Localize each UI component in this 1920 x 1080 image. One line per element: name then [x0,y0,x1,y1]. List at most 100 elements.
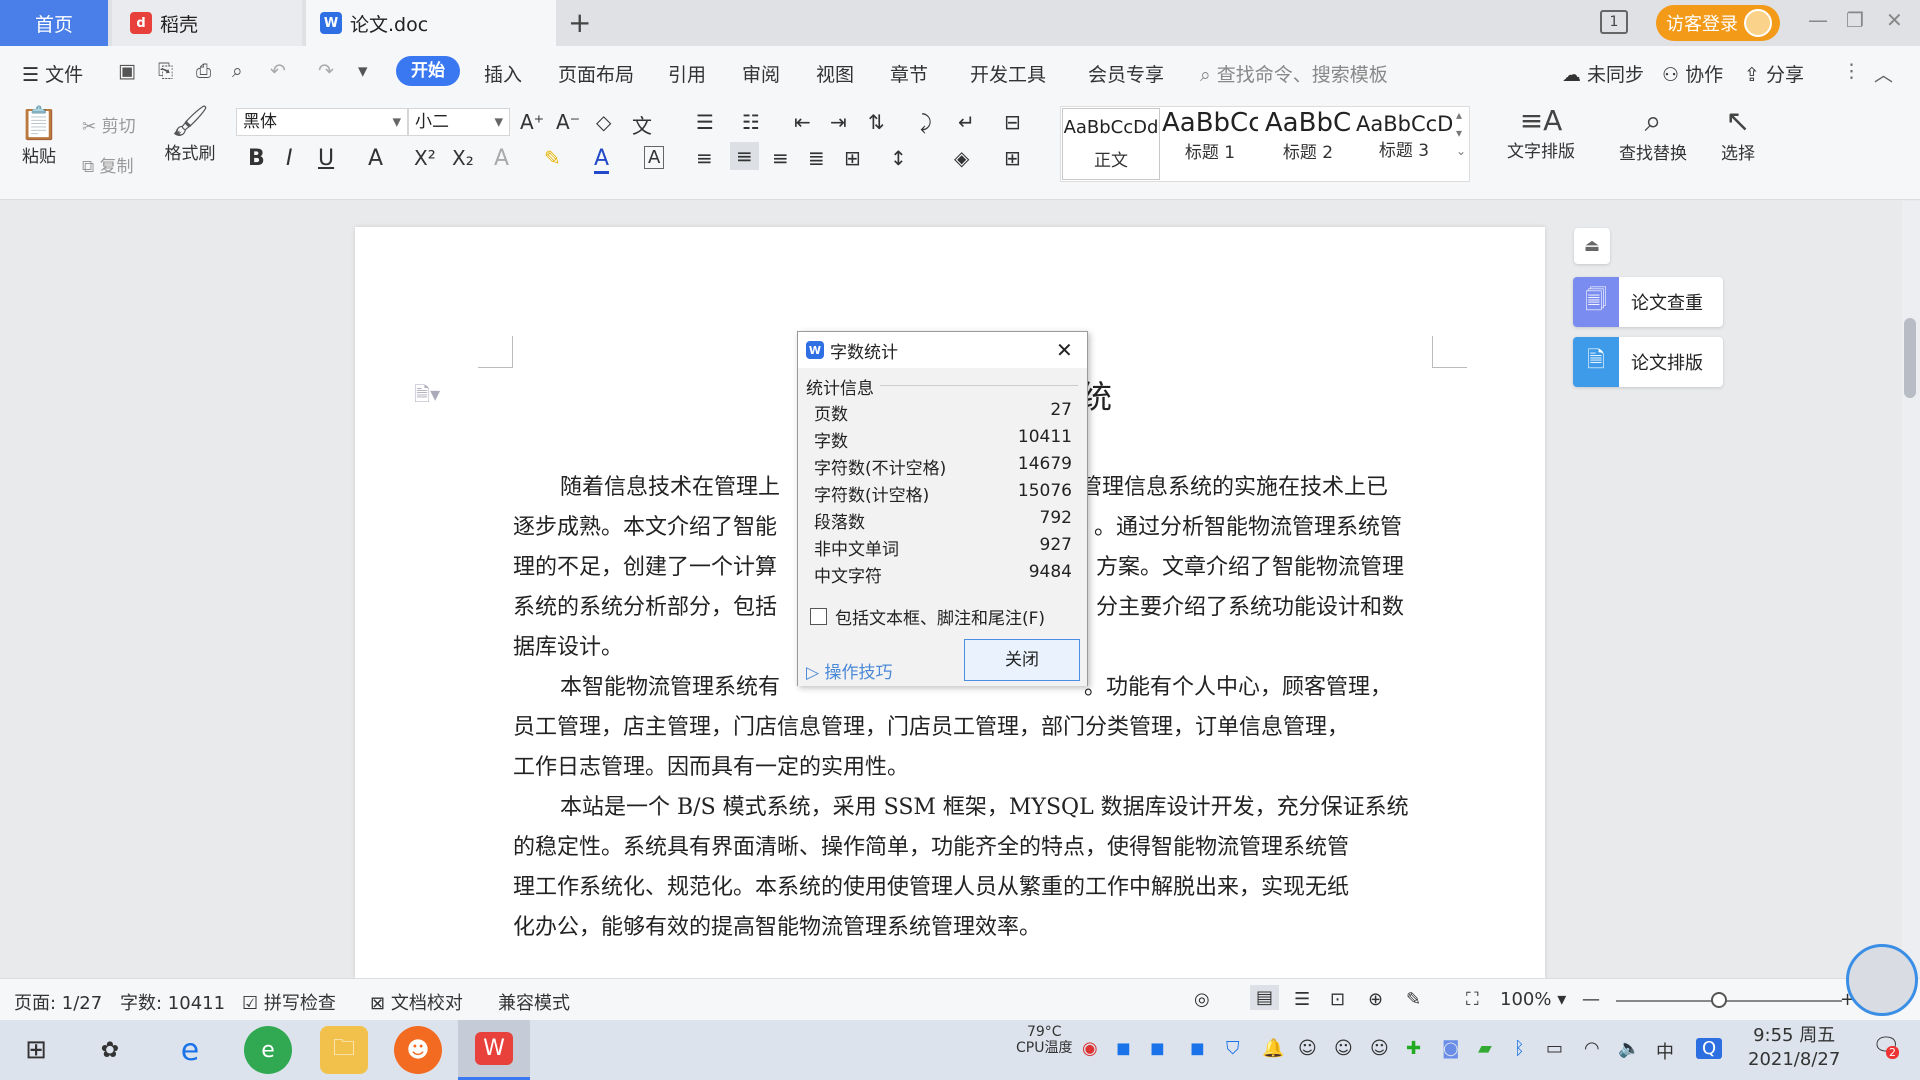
tray-app-icon[interactable]: ◉ [1082,1038,1098,1059]
spell-check-button[interactable]: ☑ 拼写检查 [242,989,336,1015]
menu-insert[interactable]: 插入 [484,60,522,87]
style-scroll-icon[interactable]: ▴ ▾ ⌄ [1456,106,1466,160]
proofread-button[interactable]: ⊠ 文档校对 [370,989,463,1015]
dialog-close-button[interactable]: 关闭 [964,639,1080,681]
shield-icon[interactable]: ⛉ [1226,1038,1240,1059]
zoom-level[interactable]: 100% ▾ [1500,989,1566,1010]
grow-font-icon[interactable]: A⁺ [520,110,544,134]
text-direction-icon[interactable]: ⤸ [920,110,932,134]
tray-app-icon[interactable]: ◙ [1442,1038,1459,1059]
collapse-ribbon-icon[interactable]: ︿ [1874,60,1893,87]
italic-icon[interactable]: I [286,146,293,171]
print-icon[interactable]: ⎙ [196,60,211,82]
select-button[interactable]: ↖ 选择 [1708,104,1768,164]
file-menu[interactable]: ☰ 文件 [22,60,83,87]
windows-start-icon[interactable]: ⊞ [12,1026,60,1074]
style-heading-3[interactable]: AaBbCcD 标题 3 [1356,108,1452,180]
outline-view-icon[interactable]: ☰ [1294,989,1310,1010]
char-border-icon[interactable]: A [644,146,665,169]
menu-developer[interactable]: 开发工具 [970,60,1046,87]
shading-icon[interactable]: ◈ [954,146,969,170]
search-app-icon[interactable]: Q [1696,1038,1723,1059]
find-replace-button[interactable]: ⌕ 查找替换 [1608,104,1698,164]
borders-icon[interactable]: ⊞ [1004,146,1021,170]
sort-icon[interactable]: ⇅ [868,110,885,134]
tab-ruler-icon[interactable]: ⊟ [1004,110,1021,134]
font-family-select[interactable]: 黑体 ▾ [236,108,408,136]
tips-link[interactable]: ▷ 操作技巧 [806,658,892,683]
qq-icon[interactable]: ☺ [1298,1038,1317,1059]
eye-protection-icon[interactable]: ◎ [1194,989,1210,1010]
close-icon[interactable]: ✕ [1056,338,1073,362]
read-view-icon[interactable]: ⊡ [1330,989,1345,1010]
share-button[interactable]: ⇪ 分享 [1744,60,1804,87]
volume-icon[interactable]: 🔈 [1618,1038,1640,1059]
align-center-icon[interactable]: ≡ [730,142,759,170]
cpu-temp-widget[interactable]: 79°C CPU温度 [1016,1024,1072,1056]
scrollbar-thumb[interactable] [1904,318,1916,398]
menu-references[interactable]: 引用 [668,60,706,87]
more-icon[interactable]: ⋮ [1842,60,1861,82]
align-left-icon[interactable]: ≡ [696,146,713,170]
restore-icon[interactable]: ❐ [1846,8,1864,32]
document-outline-icon[interactable]: 🗎▾ [414,380,440,414]
bell-icon[interactable]: 🔔 [1262,1038,1284,1059]
battery-icon[interactable]: ▭ [1546,1038,1563,1059]
subscript-icon[interactable]: X₂ [452,146,474,170]
strikethrough-icon[interactable]: A [368,146,383,171]
clock[interactable]: 9:55 周五 2021/8/27 [1748,1024,1840,1072]
fit-page-icon[interactable]: ⛶ [1466,989,1479,1010]
menu-page-layout[interactable]: 页面布局 [558,60,634,87]
highlight-icon[interactable]: ✎ [544,146,561,170]
bullets-icon[interactable]: ☰ [696,110,714,134]
tab-daoke[interactable]: d 稻壳 [112,0,302,46]
phonetic-icon[interactable]: 文 [632,110,652,139]
cut-button[interactable]: ✂ 剪切 [82,112,136,137]
style-normal[interactable]: AaBbCcDd 正文 [1062,108,1160,180]
ie-browser-icon[interactable]: e [166,1026,214,1074]
tray-app-icon[interactable]: ◼ [1190,1038,1205,1059]
nvidia-icon[interactable]: ▰ [1478,1038,1492,1059]
redo-icon[interactable]: ↷ [318,60,334,82]
wifi-icon[interactable]: ◠ [1584,1038,1600,1059]
superscript-icon[interactable]: X² [414,146,436,170]
line-spacing-icon[interactable]: ↕ [890,146,907,170]
qq-icon[interactable]: ☺ [1334,1038,1353,1059]
assistant-avatar[interactable] [1846,944,1918,1016]
tray-app-icon[interactable]: ◼ [1116,1038,1131,1059]
command-search[interactable]: ⌕ 查找命令、搜索模板 [1200,60,1388,87]
app-orange-icon[interactable]: ☻ [394,1026,442,1074]
line-break-icon[interactable]: ↵ [958,110,975,134]
distribute-icon[interactable]: ⊞ [844,146,861,170]
undo-icon[interactable]: ↶ [270,60,286,82]
font-color-icon[interactable]: A [594,146,610,174]
include-textbox-checkbox[interactable]: 包括文本框、脚注和尾注(F) [810,604,1045,629]
quick-access-dropdown-icon[interactable]: ▾ [358,60,368,82]
paste-button[interactable]: 📋 粘贴 [14,104,64,167]
underline-icon[interactable]: U [318,146,334,171]
zoom-slider-thumb[interactable] [1711,992,1727,1008]
menu-view[interactable]: 视图 [816,60,854,87]
indent-icon[interactable]: ⇥ [830,110,847,134]
text-effect-icon[interactable]: A [494,146,509,171]
export-icon[interactable]: ⎘ [158,60,173,82]
tray-app-icon[interactable]: ◼ [1150,1038,1165,1059]
checkbox-box[interactable] [810,608,827,625]
menu-review[interactable]: 审阅 [742,60,780,87]
login-button[interactable]: 访客登录 [1656,5,1780,41]
bluetooth-icon[interactable]: ᛒ [1514,1038,1525,1059]
write-view-icon[interactable]: ✎ [1406,989,1421,1010]
paper-layout-button[interactable]: 🗎 论文排版 [1573,337,1723,387]
notification-icon[interactable]: 🗨 2 [1872,1034,1900,1059]
menu-start[interactable]: 开始 [396,56,460,86]
new-tab-button[interactable]: + [568,6,591,39]
close-window-icon[interactable]: ✕ [1886,8,1903,32]
text-layout-button[interactable]: ≡A 文字排版 [1496,104,1586,162]
collapse-panel-icon[interactable]: ⏏ [1574,228,1610,264]
align-right-icon[interactable]: ≡ [772,146,789,170]
file-explorer-icon[interactable]: 🗀 [320,1026,368,1074]
web-view-icon[interactable]: ⊕ [1368,989,1383,1010]
browser-360-icon[interactable]: e [244,1026,292,1074]
font-size-select[interactable]: 小二 ▾ [408,108,510,136]
collab-button[interactable]: ⚇ 协作 [1662,60,1723,87]
